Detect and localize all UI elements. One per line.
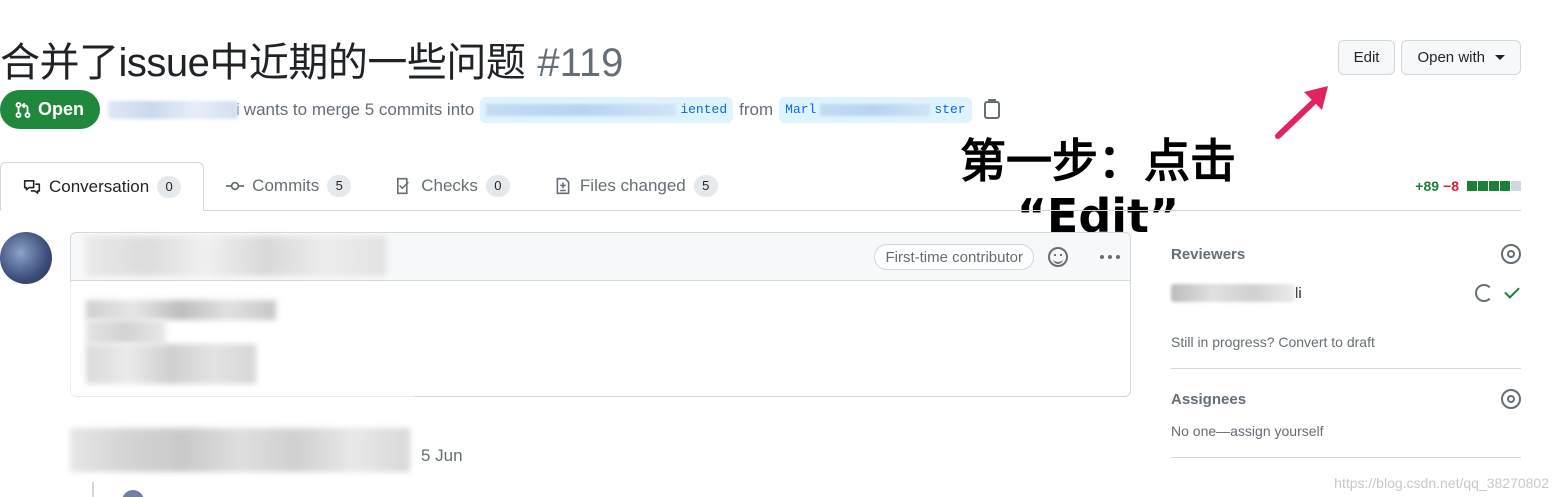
timeline-date[interactable]: 5 Jun <box>421 446 463 466</box>
redacted-comment-body <box>86 344 256 384</box>
redacted-comment-author <box>86 236 386 276</box>
file-diff-icon <box>556 177 570 194</box>
reviewer-name-redacted[interactable] <box>1171 284 1295 302</box>
gear-icon[interactable] <box>1501 389 1521 409</box>
reviewer-suffix: li <box>1295 284 1302 302</box>
edit-button[interactable]: Edit <box>1337 40 1396 75</box>
tab-label: Commits <box>252 175 320 195</box>
head-branch-redacted <box>820 103 931 116</box>
diffstat-deletions: −8 <box>1443 178 1459 194</box>
convert-to-draft-link[interactable]: Still in progress? Convert to draft <box>1171 334 1521 350</box>
sidebar: Reviewers li Still in progress? Convert … <box>1171 244 1521 458</box>
tab-commits[interactable]: Commits 5 <box>204 161 373 210</box>
diffstat: +89 −8 <box>1415 178 1521 194</box>
redacted-timeline-event <box>70 428 410 472</box>
pr-tabs: Conversation 0 Commits 5 Checks 0 Files … <box>0 162 1521 211</box>
base-branch[interactable]: iented <box>480 96 734 123</box>
pr-title: 合并了issue中近期的一些问题 <box>0 41 526 85</box>
tab-files-changed[interactable]: Files changed 5 <box>532 161 740 210</box>
timeline-avatar <box>122 490 144 497</box>
reviewers-header: Reviewers <box>1171 244 1521 266</box>
smiley-icon[interactable] <box>1048 247 1068 267</box>
redacted-comment-body <box>86 320 166 344</box>
kebab-horizontal-icon[interactable] <box>1100 255 1104 259</box>
tab-counter: 0 <box>485 174 510 197</box>
timeline-line <box>92 482 94 497</box>
git-commit-icon <box>226 181 245 190</box>
status-badge-label: Open <box>38 99 85 119</box>
tab-label: Files changed <box>579 175 686 195</box>
tab-conversation[interactable]: Conversation 0 <box>0 162 205 211</box>
diffstat-box-added <box>1478 181 1488 191</box>
git-pull-request-icon <box>15 101 31 118</box>
pr-state-row: Open i wants to merge 5 commits into ien… <box>0 90 1000 129</box>
header-actions: Edit Open with <box>1337 40 1521 75</box>
diffstat-box-added <box>1500 181 1510 191</box>
copy-icon[interactable] <box>983 98 1000 119</box>
tab-label: Conversation <box>49 176 150 196</box>
open-with-button[interactable]: Open with <box>1401 40 1521 75</box>
diffstat-box-added <box>1467 181 1477 191</box>
watermark: https://blog.csdn.net/qq_38270802 <box>1334 475 1549 491</box>
tab-counter: 5 <box>693 174 718 197</box>
pr-number: #119 <box>537 41 624 85</box>
head-branch[interactable]: Marl ster <box>779 96 972 123</box>
chevron-down-icon <box>1495 55 1505 60</box>
first-time-contributor-badge: First-time contributor <box>874 244 1034 270</box>
from-text: from <box>739 99 774 119</box>
author-link[interactable] <box>108 100 239 119</box>
checklist-icon <box>397 177 409 194</box>
status-badge: Open <box>0 90 101 129</box>
diffstat-boxes <box>1467 181 1521 191</box>
reviewer-item: li <box>1171 282 1521 304</box>
sync-icon[interactable] <box>1475 284 1493 302</box>
tab-checks[interactable]: Checks 0 <box>373 161 532 210</box>
gear-icon[interactable] <box>1501 244 1521 264</box>
comment-discussion-icon <box>23 179 41 194</box>
base-branch-suffix: iented <box>680 102 728 117</box>
tab-counter: 5 <box>327 174 352 197</box>
head-branch-suffix: ster <box>934 102 966 117</box>
head-branch-prefix: Marl <box>785 102 817 117</box>
pr-title-row: 合并了issue中近期的一些问题 #119 <box>0 30 623 88</box>
open-with-label: Open with <box>1417 49 1485 66</box>
annotation-arrow-icon <box>1275 86 1328 139</box>
assignees-heading[interactable]: Assignees <box>1171 391 1246 408</box>
reviewers-heading[interactable]: Reviewers <box>1171 246 1245 263</box>
check-icon <box>1504 283 1520 299</box>
sidebar-divider <box>1171 457 1521 458</box>
tab-counter: 0 <box>157 175 182 198</box>
avatar[interactable] <box>0 232 52 284</box>
diffstat-box-added <box>1489 181 1499 191</box>
merge-text: wants to merge 5 commits into <box>243 99 475 119</box>
redacted-comment-body <box>86 300 276 320</box>
diffstat-additions: +89 <box>1415 178 1440 194</box>
assign-yourself-link[interactable]: No one—assign yourself <box>1171 423 1521 439</box>
tab-label: Checks <box>421 175 478 195</box>
sidebar-divider <box>1171 368 1521 369</box>
assignees-header: Assignees <box>1171 389 1521 411</box>
base-branch-redacted <box>486 103 677 116</box>
diffstat-box-neutral <box>1511 181 1521 191</box>
